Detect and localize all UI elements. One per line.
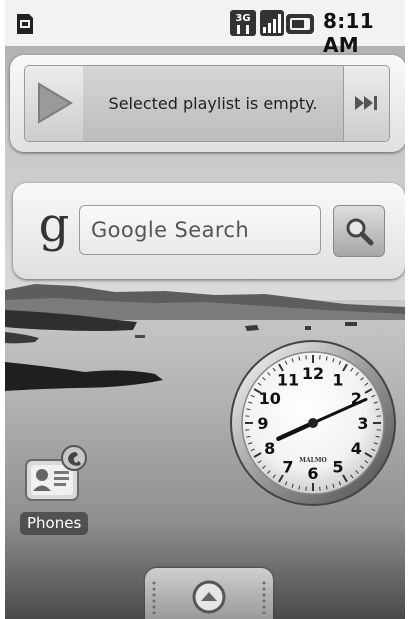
clock-numeral: 3 bbox=[357, 414, 368, 433]
google-search-widget: g Google Search bbox=[13, 183, 405, 279]
search-button[interactable] bbox=[333, 205, 385, 257]
analog-clock-widget[interactable]: 12 1234567891011 MALMO bbox=[228, 338, 398, 508]
clock-numeral: 9 bbox=[257, 414, 268, 433]
clock-numeral: 10 bbox=[259, 389, 281, 408]
music-widget-panel: Selected playlist is empty. bbox=[24, 65, 390, 142]
clock-numeral: 12 bbox=[302, 364, 324, 383]
phones-shortcut-label: Phones bbox=[20, 512, 89, 535]
app-drawer-handle[interactable] bbox=[145, 568, 273, 619]
next-track-button[interactable] bbox=[343, 66, 389, 141]
music-widget[interactable]: Selected playlist is empty. bbox=[10, 55, 406, 152]
google-g-logo[interactable]: g bbox=[34, 199, 74, 257]
google-logo-letter: g bbox=[39, 199, 70, 253]
play-button[interactable] bbox=[25, 66, 84, 141]
play-icon bbox=[38, 82, 73, 124]
drawer-grip-right bbox=[261, 580, 267, 614]
search-placeholder: Google Search bbox=[91, 218, 250, 242]
clock-numeral: 8 bbox=[264, 439, 275, 458]
magnifier-icon bbox=[346, 218, 374, 246]
status-bar: 3G 8:11 AM bbox=[5, 0, 405, 57]
clock-numeral: 4 bbox=[351, 439, 362, 458]
contact-card-icon bbox=[25, 445, 87, 501]
home-screen: 3G 8:11 AM Selected playlist is empty. g… bbox=[0, 0, 409, 619]
search-input[interactable]: Google Search bbox=[79, 205, 321, 255]
clock-center-pin bbox=[308, 418, 318, 428]
status-time: 8:11 AM bbox=[323, 9, 374, 57]
network-badge-text: 3G bbox=[235, 13, 250, 24]
3g-icon: 3G bbox=[230, 10, 256, 36]
sd-card-icon bbox=[17, 14, 33, 34]
clock-numeral: 6 bbox=[307, 464, 318, 483]
clock-brand: MALMO bbox=[299, 457, 326, 464]
screen-border-right bbox=[405, 0, 409, 619]
phones-shortcut[interactable]: Phones bbox=[18, 444, 94, 540]
clock-numeral: 5 bbox=[332, 457, 343, 476]
clock-numeral: 7 bbox=[282, 457, 293, 476]
drawer-grip-left bbox=[151, 580, 157, 614]
battery-icon bbox=[286, 14, 314, 34]
playlist-status-text[interactable]: Selected playlist is empty. bbox=[83, 66, 343, 141]
signal-icon bbox=[260, 10, 284, 36]
app-drawer-up-icon bbox=[192, 580, 226, 614]
clock-numeral: 1 bbox=[332, 371, 343, 390]
clock-numeral: 11 bbox=[277, 371, 299, 390]
next-track-icon bbox=[355, 96, 377, 110]
screen-border-left bbox=[0, 0, 5, 619]
